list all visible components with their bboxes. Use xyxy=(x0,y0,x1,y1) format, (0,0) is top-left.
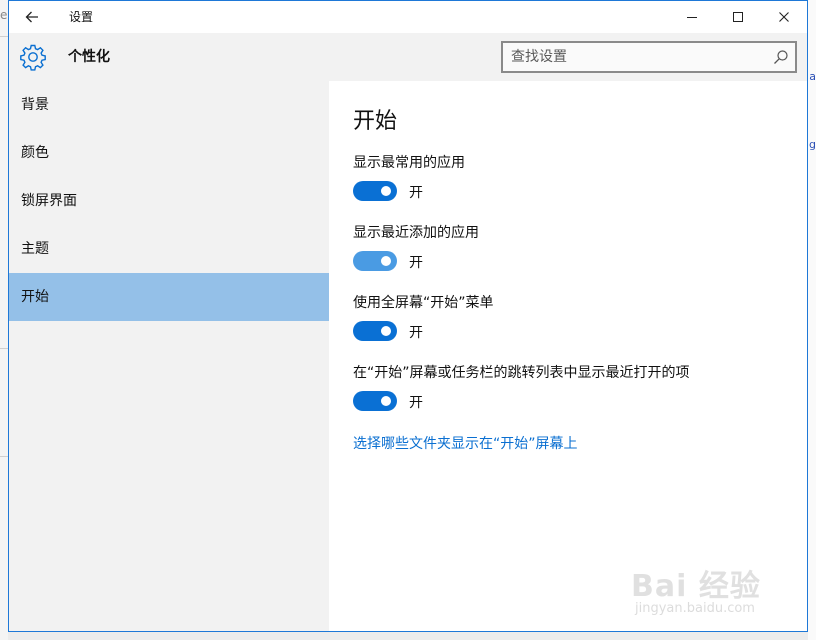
sidebar-item-background[interactable]: 背景 xyxy=(9,81,329,129)
toggle-knob xyxy=(381,396,391,406)
background-divider xyxy=(0,456,8,457)
close-button[interactable] xyxy=(761,1,807,33)
search-box[interactable] xyxy=(501,41,797,73)
setting-label-full-screen: 使用全屏幕“开始”菜单 xyxy=(353,295,494,311)
title-bar: 设置 xyxy=(9,1,807,33)
toggle-state-label: 开 xyxy=(409,185,423,201)
background-glyph: e xyxy=(0,8,8,22)
page-title: 个性化 xyxy=(68,49,110,65)
search-icon[interactable] xyxy=(773,49,789,65)
sidebar-item-label: 背景 xyxy=(21,97,49,113)
sidebar-item-label: 锁屏界面 xyxy=(21,193,77,209)
toggle-state-label: 开 xyxy=(409,325,423,341)
main-content: 开始 显示最常用的应用 开 显示最近添加的应用 开 使用全屏幕“开始”菜单 开 … xyxy=(329,81,807,631)
back-arrow-icon xyxy=(25,11,38,23)
setting-label-most-used: 显示最常用的应用 xyxy=(353,155,465,171)
toggle-state-label: 开 xyxy=(409,395,423,411)
toggle-knob xyxy=(381,186,391,196)
minimize-icon xyxy=(687,17,697,18)
toggle-knob xyxy=(381,326,391,336)
back-button[interactable] xyxy=(9,1,55,33)
sidebar-item-label: 开始 xyxy=(21,289,49,305)
sidebar-item-label: 颜色 xyxy=(21,145,49,161)
sidebar-item-label: 主题 xyxy=(21,241,49,257)
sidebar-item-colors[interactable]: 颜色 xyxy=(9,129,329,177)
setting-label-recent-items: 在“开始”屏幕或任务栏的跳转列表中显示最近打开的项 xyxy=(353,365,690,381)
sidebar-item-start[interactable]: 开始 xyxy=(9,273,329,321)
toggle-full-screen[interactable] xyxy=(353,321,397,341)
background-glyph: g xyxy=(809,138,816,151)
toggle-knob xyxy=(381,256,391,266)
toggle-state-label: 开 xyxy=(409,255,423,271)
section-title: 开始 xyxy=(353,109,398,134)
sidebar-item-themes[interactable]: 主题 xyxy=(9,225,329,273)
maximize-icon xyxy=(733,12,743,22)
watermark-url: jingyan.baidu.com xyxy=(635,601,755,616)
watermark-brand: Bai 经验 xyxy=(631,569,761,604)
background-glyph: a xyxy=(809,70,816,83)
window-title: 设置 xyxy=(69,10,94,24)
search-input[interactable] xyxy=(511,43,761,71)
gear-icon xyxy=(20,44,46,71)
page-header: 个性化 xyxy=(9,33,807,81)
toggle-most-used[interactable] xyxy=(353,181,397,201)
background-right-edge: a g xyxy=(808,0,816,640)
minimize-button[interactable] xyxy=(669,1,715,33)
background-divider xyxy=(0,36,8,37)
settings-window: 设置 个性化 查找设置 背景 颜色 锁屏界面 主题 开始 开始 显示最常用的应用… xyxy=(8,0,808,632)
close-icon xyxy=(779,12,789,22)
toggle-recent-items[interactable] xyxy=(353,391,397,411)
maximize-button[interactable] xyxy=(715,1,761,33)
setting-label-recently-added: 显示最近添加的应用 xyxy=(353,225,479,241)
background-left-edge: e xyxy=(0,0,8,640)
sidebar-item-lock-screen[interactable]: 锁屏界面 xyxy=(9,177,329,225)
baidu-watermark: Bai 经验 jingyan.baidu.com xyxy=(621,561,791,627)
background-divider xyxy=(0,348,8,349)
choose-folders-link[interactable]: 选择哪些文件夹显示在“开始”屏幕上 xyxy=(353,433,578,453)
toggle-recently-added[interactable] xyxy=(353,251,397,271)
sidebar: 背景 颜色 锁屏界面 主题 开始 xyxy=(9,81,329,631)
